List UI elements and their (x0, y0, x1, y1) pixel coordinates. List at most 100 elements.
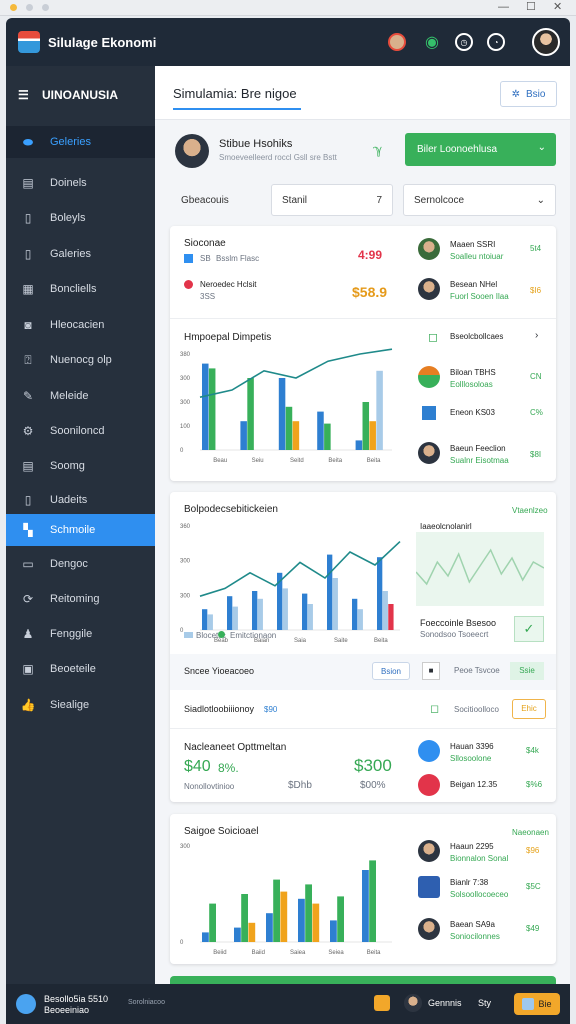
dot-icon[interactable] (26, 4, 33, 11)
caption: Foeccoinle Bsesoo (420, 618, 497, 628)
sidebar-item-14[interactable]: ♟ Fenggile (6, 618, 155, 650)
sidebar-item-13[interactable]: ⟳ Reitoming (6, 583, 155, 615)
chart-bar (209, 903, 216, 942)
card2-right-label: Vtaenlzeo (512, 506, 548, 515)
dot-icon[interactable] (42, 4, 49, 11)
person-value: $49 (526, 924, 540, 933)
sidebar-item-0[interactable]: ⬬ Geleries (6, 126, 155, 158)
sidebar-item-3[interactable]: ▯ Galeries (6, 238, 155, 270)
primary-action-button[interactable]: Biler Loonoehlusa ⌄ (405, 133, 556, 166)
strip-button-2[interactable]: Peoe Tsvcoe (454, 666, 500, 675)
sernolcoce-select[interactable]: Sernolcoce ⌄ (403, 184, 556, 216)
sidebar-item-2[interactable]: ▯ Boleyls (6, 202, 155, 234)
sidebar-item-11[interactable]: ▚ Schmoile (6, 514, 155, 546)
tag-icon: ◻ (428, 330, 438, 344)
person-sub: Soniocilonnes (450, 932, 500, 941)
chart3: 0 300 Beiid Baiid Saiea Seiea Beita (180, 844, 392, 956)
chevron-down-icon: ⌄ (537, 142, 546, 153)
status-bar: Besollo5ia 5510 Beoeeiniao Sorolniacoo G… (6, 984, 570, 1024)
legend-swatch (184, 632, 193, 638)
close-icon[interactable]: ✕ (553, 0, 562, 15)
status-user-2: Sty (478, 998, 492, 1008)
maximize-icon[interactable]: ☐ (526, 0, 536, 15)
top-action-label: Bsio (525, 88, 546, 100)
side-item-name: Biloan TBHS (450, 368, 496, 377)
square-button[interactable]: ■ (422, 662, 440, 680)
person-avatar (418, 442, 440, 464)
sidebar-item-5[interactable]: ◙ Hleocacien (6, 309, 155, 341)
user-avatar[interactable] (532, 28, 560, 56)
camera-icon: ◙ (24, 318, 32, 332)
chart-bar (208, 368, 216, 450)
bookmark-icon: ▯ (24, 247, 32, 261)
status-logo-icon[interactable] (16, 994, 36, 1014)
coin-icon (418, 740, 440, 762)
notification-avatar-icon[interactable] (388, 33, 406, 51)
metric-sub-2: $Dhb (288, 780, 312, 791)
person-name: Besean NHel (450, 280, 498, 289)
app-icon[interactable] (374, 995, 390, 1011)
y-tick-label: 380 (180, 352, 191, 358)
cart-icon: ▚ (23, 523, 33, 537)
chart-bar (273, 879, 280, 942)
sidebar-item-9[interactable]: ▤ Soomg (6, 450, 155, 482)
status-button-label: Bie (538, 999, 552, 1009)
user-avatar[interactable] (404, 994, 422, 1012)
chart-bar (369, 421, 376, 450)
sidebar-item-4[interactable]: ▦ Boncliells (6, 273, 155, 305)
profile-avatar[interactable] (175, 134, 209, 168)
y-tick-label: 300 (180, 593, 191, 599)
person-name: Bianlr 7:38 (450, 878, 489, 887)
chart-bar (202, 932, 209, 942)
sidebar-item-6[interactable]: ⍰ Nuenocg olp (6, 344, 155, 376)
chart-bar (357, 609, 363, 630)
sidebar-item-label: Sooniloncd (50, 425, 105, 437)
row-button[interactable]: Ehic (512, 699, 546, 719)
sidebar-item-1[interactable]: ▤ Doinels (6, 167, 155, 199)
sidebar-item-label: Schmoile (50, 524, 96, 536)
file-icon: ▯ (24, 493, 32, 507)
status-button[interactable]: Bie (514, 993, 560, 1015)
whatsapp-icon[interactable]: ◉ (423, 33, 441, 51)
check-icon[interactable]: ℽ (373, 142, 382, 158)
side-item-name: Baeun Feeclion (450, 444, 506, 453)
stanil-input-label: Stanil (282, 194, 308, 206)
page-header: Simulamia: Bre nigoe ✲ Bsio (155, 66, 570, 120)
person-name: Baean SA9a (450, 920, 495, 929)
clock-icon[interactable]: ◔ (487, 33, 505, 51)
sidebar-item-16[interactable]: 👍 Siealige (6, 689, 155, 721)
sidebar-item-8[interactable]: ⚙ Sooniloncd (6, 415, 155, 447)
divider (170, 728, 556, 729)
tag-icon: ◻ (430, 703, 440, 715)
stanil-input[interactable]: Stanil 7 (271, 184, 393, 216)
y-tick-label: 100 (180, 424, 191, 430)
card3-title: Saigoe Soicioael (184, 826, 259, 837)
timer-icon[interactable]: ◷ (455, 33, 473, 51)
image-icon (522, 998, 535, 1010)
strip-button-1[interactable]: Bsion (372, 662, 410, 680)
chart-bar (202, 609, 208, 630)
chart-bar (232, 606, 238, 630)
strip-button-3[interactable]: Ssie (510, 662, 544, 680)
person-sub: Solsoollocoeceo (450, 890, 509, 899)
chart-bar (202, 363, 209, 450)
sidebar-item-label: Nuenocg olp (50, 354, 112, 366)
side-title: Bseolcbollcaes (450, 332, 504, 341)
person-value: $%6 (526, 780, 543, 789)
strip-button-3-label: Ssie (519, 666, 535, 675)
sidebar-item-10[interactable]: ▯ Uadeits (6, 484, 155, 516)
sidebar-item-label: Doinels (50, 177, 87, 189)
minimize-dot-icon[interactable] (10, 4, 17, 11)
sidebar-item-15[interactable]: ▣ Beoeteile (6, 653, 155, 685)
check-button[interactable]: ✓ (514, 616, 544, 642)
person-name: Beigan 12.35 (450, 780, 498, 789)
x-tick-label: Beita (328, 458, 342, 464)
menu-icon[interactable]: ☰ (18, 88, 32, 102)
chart-bar (285, 406, 293, 450)
chevron-right-icon[interactable]: › (535, 330, 538, 341)
minimize-icon[interactable]: — (498, 0, 509, 15)
top-action-button[interactable]: ✲ Bsio (500, 81, 557, 107)
sidebar-item-7[interactable]: ✎ Meleide (6, 380, 155, 412)
chart-bar (305, 884, 312, 942)
sidebar-item-12[interactable]: ▭ Dengoc (6, 548, 155, 580)
